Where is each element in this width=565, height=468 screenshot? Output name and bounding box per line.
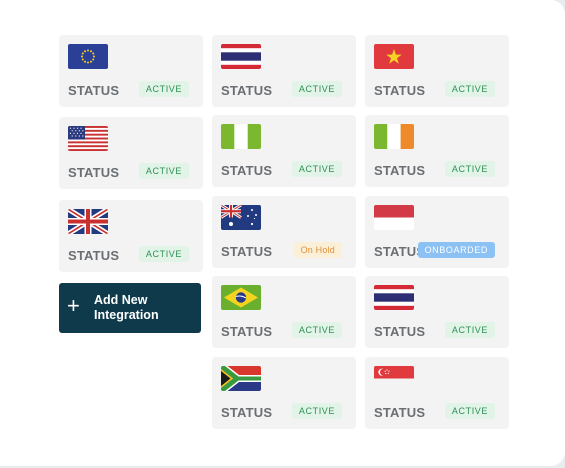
status-badge: ACTIVE: [444, 81, 495, 97]
status-label: STATUS: [221, 244, 273, 259]
status-label: STATUS: [221, 324, 273, 339]
integration-card-th-2[interactable]: STATUS ACTIVE: [365, 276, 509, 348]
status-badge: ACTIVE: [444, 161, 495, 177]
integration-card-ie[interactable]: STATUS ACTIVE: [365, 115, 509, 187]
status-badge: ACTIVE: [444, 322, 495, 338]
australia-flag-icon: [221, 205, 261, 230]
vietnam-flag-icon: [374, 44, 414, 69]
integrations-panel: STATUS ACTIVE STATUS ACTIVE STATUS ACTIV…: [0, 0, 565, 466]
status-badge: ACTIVE: [138, 246, 189, 262]
status-badge: ACTIVE: [291, 81, 342, 97]
status-badge: ACTIVE: [291, 161, 342, 177]
uk-flag-icon: [68, 209, 108, 234]
status-badge: ACTIVE: [291, 403, 342, 419]
integration-card-br[interactable]: STATUS ACTIVE: [212, 276, 356, 348]
status-label: STATUS: [374, 83, 426, 98]
status-badge: ONBOARDED: [417, 242, 495, 258]
nigeria-flag-icon: [221, 124, 261, 149]
integration-card-sg[interactable]: STATUS ACTIVE: [365, 357, 509, 429]
ireland-flag-icon: [374, 124, 414, 149]
status-label: STATUS: [374, 324, 426, 339]
integration-card-au[interactable]: STATUS On Hold: [212, 196, 356, 268]
south-africa-flag-icon: [221, 366, 261, 391]
brazil-flag-icon: [221, 285, 261, 310]
status-label: STATUS: [68, 165, 120, 180]
thailand-flag-icon: [221, 44, 261, 69]
integration-card-id[interactable]: STATUS ONBOARDED: [365, 196, 509, 268]
add-integration-label: Add New Integration: [94, 293, 159, 322]
singapore-flag-icon: [374, 366, 414, 391]
status-badge: On Hold: [293, 242, 342, 258]
integration-card-th[interactable]: STATUS ACTIVE: [212, 35, 356, 107]
status-badge: ACTIVE: [138, 163, 189, 179]
integration-card-uk[interactable]: STATUS ACTIVE: [59, 200, 203, 272]
status-label: STATUS: [221, 163, 273, 178]
status-label: STATUS: [221, 83, 273, 98]
status-badge: ACTIVE: [138, 81, 189, 97]
integration-card-ng[interactable]: STATUS ACTIVE: [212, 115, 356, 187]
integration-card-us[interactable]: STATUS ACTIVE: [59, 117, 203, 189]
indonesia-flag-icon: [374, 205, 414, 230]
status-badge: ACTIVE: [291, 322, 342, 338]
plus-icon: +: [67, 293, 80, 318]
thailand-flag-icon: [374, 285, 414, 310]
integration-card-za[interactable]: STATUS ACTIVE: [212, 357, 356, 429]
add-new-integration-button[interactable]: + Add New Integration: [59, 283, 201, 333]
status-label: STATUS: [68, 248, 120, 263]
eu-flag-icon: [68, 44, 108, 69]
status-label: STATUS: [68, 83, 120, 98]
status-label: STATUS: [221, 405, 273, 420]
integration-card-eu[interactable]: STATUS ACTIVE: [59, 35, 203, 107]
status-badge: ACTIVE: [444, 403, 495, 419]
status-label: STATUS: [374, 405, 426, 420]
us-flag-icon: [68, 126, 108, 151]
integration-card-vn[interactable]: STATUS ACTIVE: [365, 35, 509, 107]
status-label: STATUS: [374, 163, 426, 178]
